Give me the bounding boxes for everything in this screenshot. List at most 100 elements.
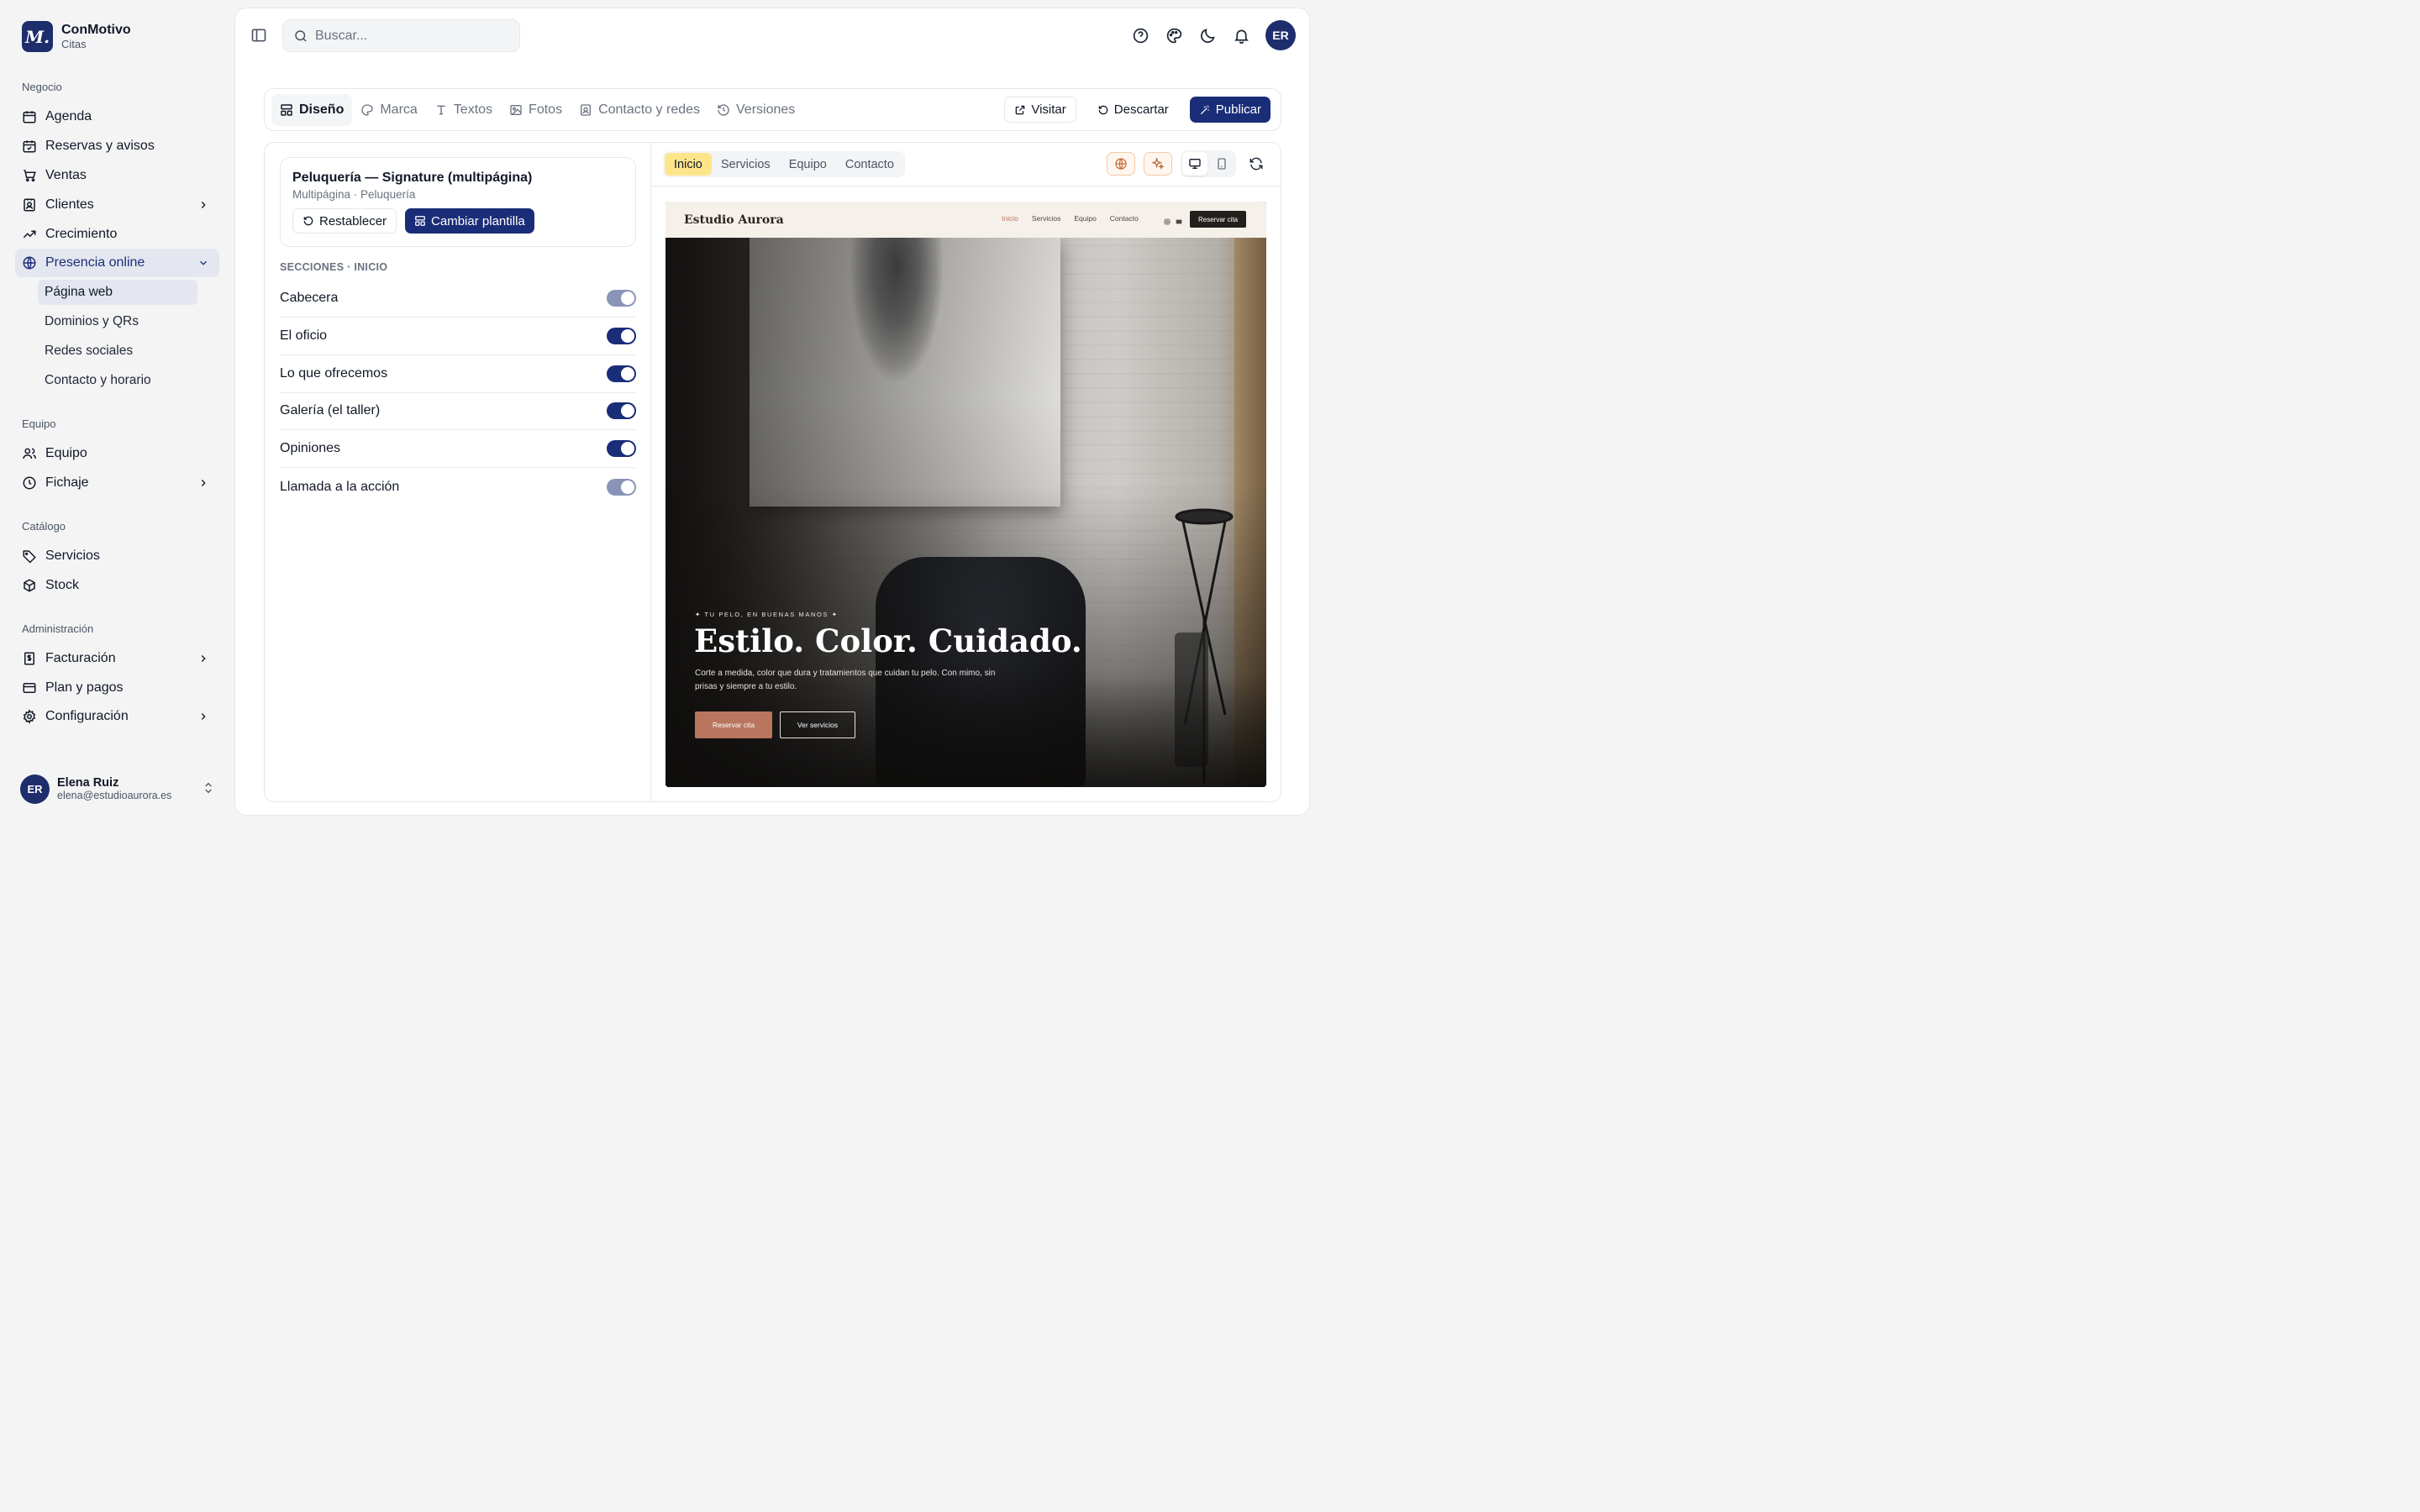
tab-fotos[interactable]: Fotos: [501, 94, 571, 126]
section-toggle[interactable]: [607, 440, 636, 457]
instagram-icon[interactable]: [1164, 214, 1171, 225]
section-toggle[interactable]: [607, 328, 636, 344]
section-name: Galería (el taller): [280, 403, 381, 417]
language-button[interactable]: [1107, 152, 1135, 176]
sidebar-item-facturacion[interactable]: Facturación: [15, 644, 219, 673]
sidebar-item-servicios[interactable]: Servicios: [15, 542, 219, 570]
tab-label: Versiones: [736, 102, 796, 117]
sidebar-item-presencia-online[interactable]: Presencia online: [15, 249, 219, 277]
sidebar-item-plan[interactable]: Plan y pagos: [15, 674, 219, 702]
sidebar-item-label: Configuración: [45, 709, 129, 723]
mail-icon[interactable]: [1176, 214, 1182, 224]
history-icon: [718, 103, 729, 116]
button-label: Visitar: [1031, 102, 1066, 117]
section-toggle[interactable]: [607, 290, 636, 307]
tab-contacto-redes[interactable]: Contacto y redes: [571, 94, 708, 126]
avatar: ER: [20, 774, 50, 804]
sidebar-item-fichaje[interactable]: Fichaje: [15, 469, 219, 497]
palette-icon[interactable]: [1165, 26, 1183, 45]
bell-icon[interactable]: [1232, 26, 1250, 45]
settings-pane: Peluquería — Signature (multipágina) Mul…: [265, 143, 651, 801]
sparkles-icon: [1151, 157, 1165, 171]
reset-button[interactable]: Restablecer: [292, 208, 397, 234]
sidebar-subitem-pagina-web[interactable]: Página web: [38, 280, 197, 305]
sections-label: SECCIONES · INICIO: [280, 261, 388, 273]
gear-icon: [23, 709, 36, 724]
section-toggle[interactable]: [607, 365, 636, 382]
desktop-view-button[interactable]: [1182, 152, 1207, 176]
undo-icon: [1098, 105, 1108, 114]
mobile-view-button[interactable]: [1209, 152, 1234, 176]
rotate-ccw-icon: [303, 216, 313, 226]
sidebar-item-label: Reservas y avisos: [45, 139, 155, 153]
hero-book-button[interactable]: Reservar cita: [695, 711, 772, 738]
clock-icon: [23, 476, 36, 490]
sidebar-item-label: Equipo: [45, 446, 87, 460]
site-link-equipo[interactable]: Equipo: [1074, 214, 1096, 223]
page-tab-equipo[interactable]: Equipo: [780, 153, 836, 176]
section-row: El oficio: [280, 318, 636, 355]
sidebar-subitem-dominios[interactable]: Dominios y QRs: [38, 309, 197, 334]
hero-image: ✦ TU PELO, EN BUENAS MANOS ✦ Estilo. Col…: [666, 238, 1266, 787]
sidebar-item-crecimiento[interactable]: Crecimiento: [15, 220, 219, 249]
search-input[interactable]: [315, 28, 508, 44]
button-label: Cambiar plantilla: [431, 213, 525, 228]
tab-textos[interactable]: Textos: [426, 94, 501, 126]
discard-button[interactable]: Descartar: [1088, 97, 1178, 123]
sidebar-item-reservas[interactable]: Reservas y avisos: [15, 132, 219, 160]
section-toggle[interactable]: [607, 402, 636, 419]
sidebar-item-equipo[interactable]: Equipo: [15, 439, 219, 468]
section-toggle[interactable]: [607, 478, 636, 496]
site-book-button[interactable]: Reservar cita: [1190, 211, 1247, 228]
trending-up-icon: [23, 230, 36, 239]
change-template-button[interactable]: Cambiar plantilla: [405, 208, 534, 234]
sidebar-toggle-icon[interactable]: [250, 27, 267, 44]
publish-button[interactable]: Publicar: [1189, 97, 1270, 123]
cart-icon: [24, 170, 36, 182]
preview-toolbar: Inicio Servicios Equipo Contacto: [651, 143, 1281, 186]
ai-sparkle-button[interactable]: [1144, 152, 1172, 176]
sidebar-item-stock[interactable]: Stock: [15, 571, 219, 600]
moon-icon[interactable]: [1198, 26, 1217, 45]
hero-description: Corte a medida, color que dura y tratami…: [695, 669, 996, 691]
refresh-button[interactable]: [1244, 152, 1268, 176]
chevron-right-icon: [201, 202, 206, 208]
brand-logo: M.: [22, 21, 53, 52]
box-icon: [24, 579, 35, 592]
sidebar-subitem-redes[interactable]: Redes sociales: [38, 339, 197, 364]
sidebar-item-agenda[interactable]: Agenda: [15, 102, 219, 131]
site-link-contacto[interactable]: Contacto: [1110, 214, 1139, 223]
tab-versiones[interactable]: Versiones: [708, 94, 803, 126]
group-label-negocio: Negocio: [22, 81, 62, 93]
hero-services-button[interactable]: Ver servicios: [780, 711, 855, 738]
template-title: Peluquería — Signature (multipágina): [292, 171, 533, 185]
sidebar-item-label: Stock: [45, 578, 80, 592]
visit-button[interactable]: Visitar: [1004, 97, 1076, 123]
site-link-servicios[interactable]: Servicios: [1032, 214, 1060, 223]
section-name: Llamada a la acción: [280, 479, 400, 494]
section-name: Cabecera: [280, 291, 339, 305]
page-tab-inicio[interactable]: Inicio: [665, 153, 712, 176]
page-tab-servicios[interactable]: Servicios: [712, 153, 780, 176]
site-link-inicio[interactable]: Inicio: [1002, 214, 1018, 223]
page-tab-contacto[interactable]: Contacto: [836, 153, 903, 176]
sidebar-item-label: Agenda: [45, 109, 92, 123]
sidebar-subitem-contacto-horario[interactable]: Contacto y horario: [38, 368, 197, 393]
help-icon[interactable]: [1131, 26, 1150, 45]
credit-card-icon: [23, 683, 36, 693]
sidebar-item-configuracion[interactable]: Configuración: [15, 702, 219, 731]
search-box[interactable]: [282, 19, 520, 52]
group-label-catalogo: Catálogo: [22, 520, 66, 533]
tab-marca[interactable]: Marca: [352, 94, 425, 126]
brand[interactable]: M. ConMotivo Citas: [22, 21, 131, 52]
group-label-equipo: Equipo: [22, 417, 56, 430]
tab-diseno[interactable]: Diseño: [271, 93, 353, 126]
button-label: Restablecer: [319, 213, 387, 228]
sidebar-item-ventas[interactable]: Ventas: [15, 161, 219, 190]
button-label: Publicar: [1215, 102, 1261, 117]
contact-card-icon: [24, 198, 35, 212]
avatar[interactable]: ER: [1265, 20, 1296, 50]
preview-tools: [1107, 150, 1268, 177]
sidebar-item-clientes[interactable]: Clientes: [15, 191, 219, 219]
user-menu[interactable]: ER Elena Ruiz elena@estudioaurora.es: [20, 773, 222, 805]
